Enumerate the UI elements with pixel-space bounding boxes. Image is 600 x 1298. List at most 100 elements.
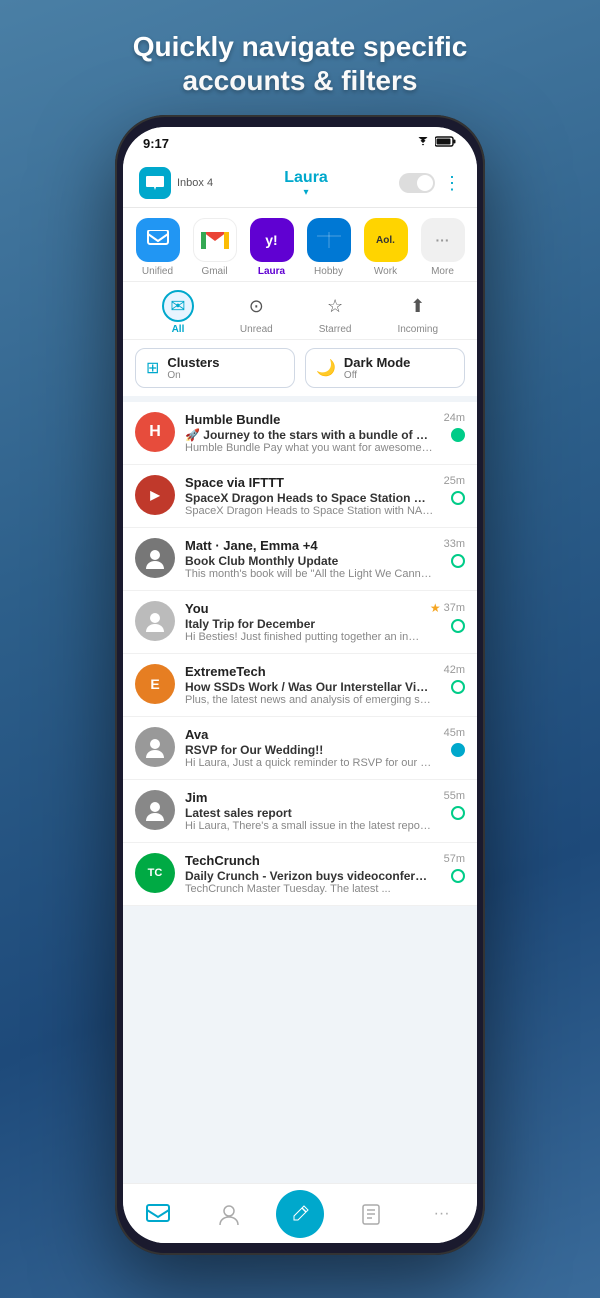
filter-unread[interactable]: ⊙ Unread xyxy=(240,290,273,335)
top-nav-right: ⋮ xyxy=(399,173,461,194)
dropdown-arrow: ▾ xyxy=(213,187,399,198)
wifi-icon xyxy=(416,137,430,150)
email-time: 45m xyxy=(444,727,465,739)
email-preview: Hi Laura, Just a quick reminder to RSVP … xyxy=(185,757,434,769)
email-item-you[interactable]: You Italy Trip for December Hi Besties! … xyxy=(123,591,477,654)
email-list: H Humble Bundle 🚀 Journey to the stars w… xyxy=(123,402,477,906)
email-sender: TechCrunch xyxy=(185,853,260,868)
email-meta-humble-bundle: 24m xyxy=(444,412,465,442)
account-item-gmail[interactable]: Gmail xyxy=(188,218,241,277)
email-meta-techcrunch: 57m xyxy=(444,853,465,883)
accounts-row: Unified Gmail y! Laura xyxy=(123,208,477,282)
account-avatar-more: ··· xyxy=(421,218,465,262)
email-avatar-humble-bundle: H xyxy=(135,412,175,452)
email-avatar-you xyxy=(135,601,175,641)
email-item-matt[interactable]: Matt · Jane, Emma +4 Book Club Monthly U… xyxy=(123,528,477,591)
account-avatar-yahoo: y! xyxy=(250,218,294,262)
email-item-jim[interactable]: Jim Latest sales report Hi Laura, There'… xyxy=(123,780,477,843)
email-sender: You xyxy=(185,601,209,616)
unread-dot xyxy=(451,619,465,633)
email-subject: Italy Trip for December xyxy=(185,617,420,631)
nav-compose[interactable] xyxy=(275,1189,325,1239)
account-label-unified: Unified xyxy=(142,266,173,277)
darkmode-sub: Off xyxy=(344,370,410,381)
unread-dot xyxy=(451,806,465,820)
filter-incoming[interactable]: ⬆ Incoming xyxy=(397,290,438,335)
header-line1: Quickly navigate specific xyxy=(133,31,468,62)
menu-button[interactable]: ⋮ xyxy=(443,173,461,194)
filter-starred[interactable]: ☆ Starred xyxy=(319,290,352,335)
account-label-gmail: Gmail xyxy=(201,266,227,277)
email-preview: Humble Bundle Pay what you want for awes… xyxy=(185,442,434,454)
email-meta-extremetech: 42m xyxy=(444,664,465,694)
status-bar: 9:17 xyxy=(123,127,477,159)
compose-button[interactable] xyxy=(276,1190,324,1238)
filter-all-icon: ✉ xyxy=(162,290,194,322)
clusters-sub: On xyxy=(167,370,219,381)
email-avatar-matt xyxy=(135,538,175,578)
filter-unread-label: Unread xyxy=(240,324,273,335)
email-avatar-techcrunch: TC xyxy=(135,853,175,893)
filter-starred-icon: ☆ xyxy=(319,290,351,322)
darkmode-button[interactable]: 🌙 Dark Mode Off xyxy=(305,348,465,388)
nav-contacts[interactable] xyxy=(204,1189,254,1239)
email-time: 25m xyxy=(444,475,465,487)
nav-tasks[interactable] xyxy=(346,1189,396,1239)
account-item-unified[interactable]: Unified xyxy=(131,218,184,277)
account-label-work: Work xyxy=(374,266,397,277)
darkmode-icon: 🌙 xyxy=(316,358,336,378)
email-preview: Plus, the latest news and analysis of em… xyxy=(185,694,434,706)
email-time: 42m xyxy=(444,664,465,676)
toggle-switch[interactable] xyxy=(399,173,435,193)
email-subject: Book Club Monthly Update xyxy=(185,554,434,568)
account-avatar-work: Aol. xyxy=(364,218,408,262)
email-meta-you: ★ 37m xyxy=(430,601,465,633)
email-avatar-jim xyxy=(135,790,175,830)
filter-row: ✉ All ⊙ Unread ☆ Starred ⬆ Incoming xyxy=(123,282,477,340)
unread-dot xyxy=(451,428,465,442)
email-time: 37m xyxy=(444,602,465,614)
darkmode-text: Dark Mode Off xyxy=(344,355,410,381)
status-time: 9:17 xyxy=(143,136,169,151)
inbox-label: Inbox 4 xyxy=(177,177,213,189)
account-name: Laura xyxy=(213,169,399,187)
email-avatar-ava xyxy=(135,727,175,767)
top-nav: Inbox 4 Laura ▾ ⋮ xyxy=(123,159,477,208)
email-sender: Ava xyxy=(185,727,208,742)
email-time: 24m xyxy=(444,412,465,424)
email-body-space: Space via IFTTT SpaceX Dragon Heads to S… xyxy=(185,475,434,517)
unread-dot xyxy=(451,743,465,757)
phone-screen: 9:17 xyxy=(123,127,477,1243)
account-item-more[interactable]: ··· More xyxy=(416,218,469,277)
features-row: ⊞ Clusters On 🌙 Dark Mode Off xyxy=(123,340,477,396)
account-item-yahoo[interactable]: y! Laura xyxy=(245,218,298,277)
email-body-humble-bundle: Humble Bundle 🚀 Journey to the stars wit… xyxy=(185,412,434,454)
email-sender: Space via IFTTT xyxy=(185,475,284,490)
email-body-matt: Matt · Jane, Emma +4 Book Club Monthly U… xyxy=(185,538,434,580)
header-text: Quickly navigate specific accounts & fil… xyxy=(0,0,600,117)
email-body-extremetech: ExtremeTech How SSDs Work / Was Our Inte… xyxy=(185,664,434,706)
filter-unread-icon: ⊙ xyxy=(240,290,272,322)
email-sender: Humble Bundle xyxy=(185,412,280,427)
clusters-button[interactable]: ⊞ Clusters On xyxy=(135,348,295,388)
email-item-ava[interactable]: Ava RSVP for Our Wedding!! Hi Laura, Jus… xyxy=(123,717,477,780)
account-selector[interactable]: Laura ▾ xyxy=(213,169,399,198)
filter-incoming-icon: ⬆ xyxy=(402,290,434,322)
filter-all[interactable]: ✉ All xyxy=(162,290,194,335)
email-item-space[interactable]: ▶ Space via IFTTT SpaceX Dragon Heads to… xyxy=(123,465,477,528)
unread-dot xyxy=(451,491,465,505)
nav-inbox[interactable] xyxy=(133,1189,183,1239)
account-item-work[interactable]: Aol. Work xyxy=(359,218,412,277)
phone-frame: 9:17 xyxy=(115,115,485,1255)
email-body-jim: Jim Latest sales report Hi Laura, There'… xyxy=(185,790,434,832)
nav-more[interactable]: ··· xyxy=(417,1189,467,1239)
email-item-extremetech[interactable]: E ExtremeTech How SSDs Work / Was Our In… xyxy=(123,654,477,717)
email-subject: Latest sales report xyxy=(185,806,434,820)
inbox-icon[interactable] xyxy=(139,167,171,199)
top-nav-left: Inbox 4 xyxy=(139,167,213,199)
account-item-hobby[interactable]: Hobby xyxy=(302,218,355,277)
email-item-techcrunch[interactable]: TC TechCrunch Daily Crunch - Verizon buy… xyxy=(123,843,477,906)
email-item-humble-bundle[interactable]: H Humble Bundle 🚀 Journey to the stars w… xyxy=(123,402,477,465)
email-meta-ava: 45m xyxy=(444,727,465,757)
email-sender: Jim xyxy=(185,790,207,805)
